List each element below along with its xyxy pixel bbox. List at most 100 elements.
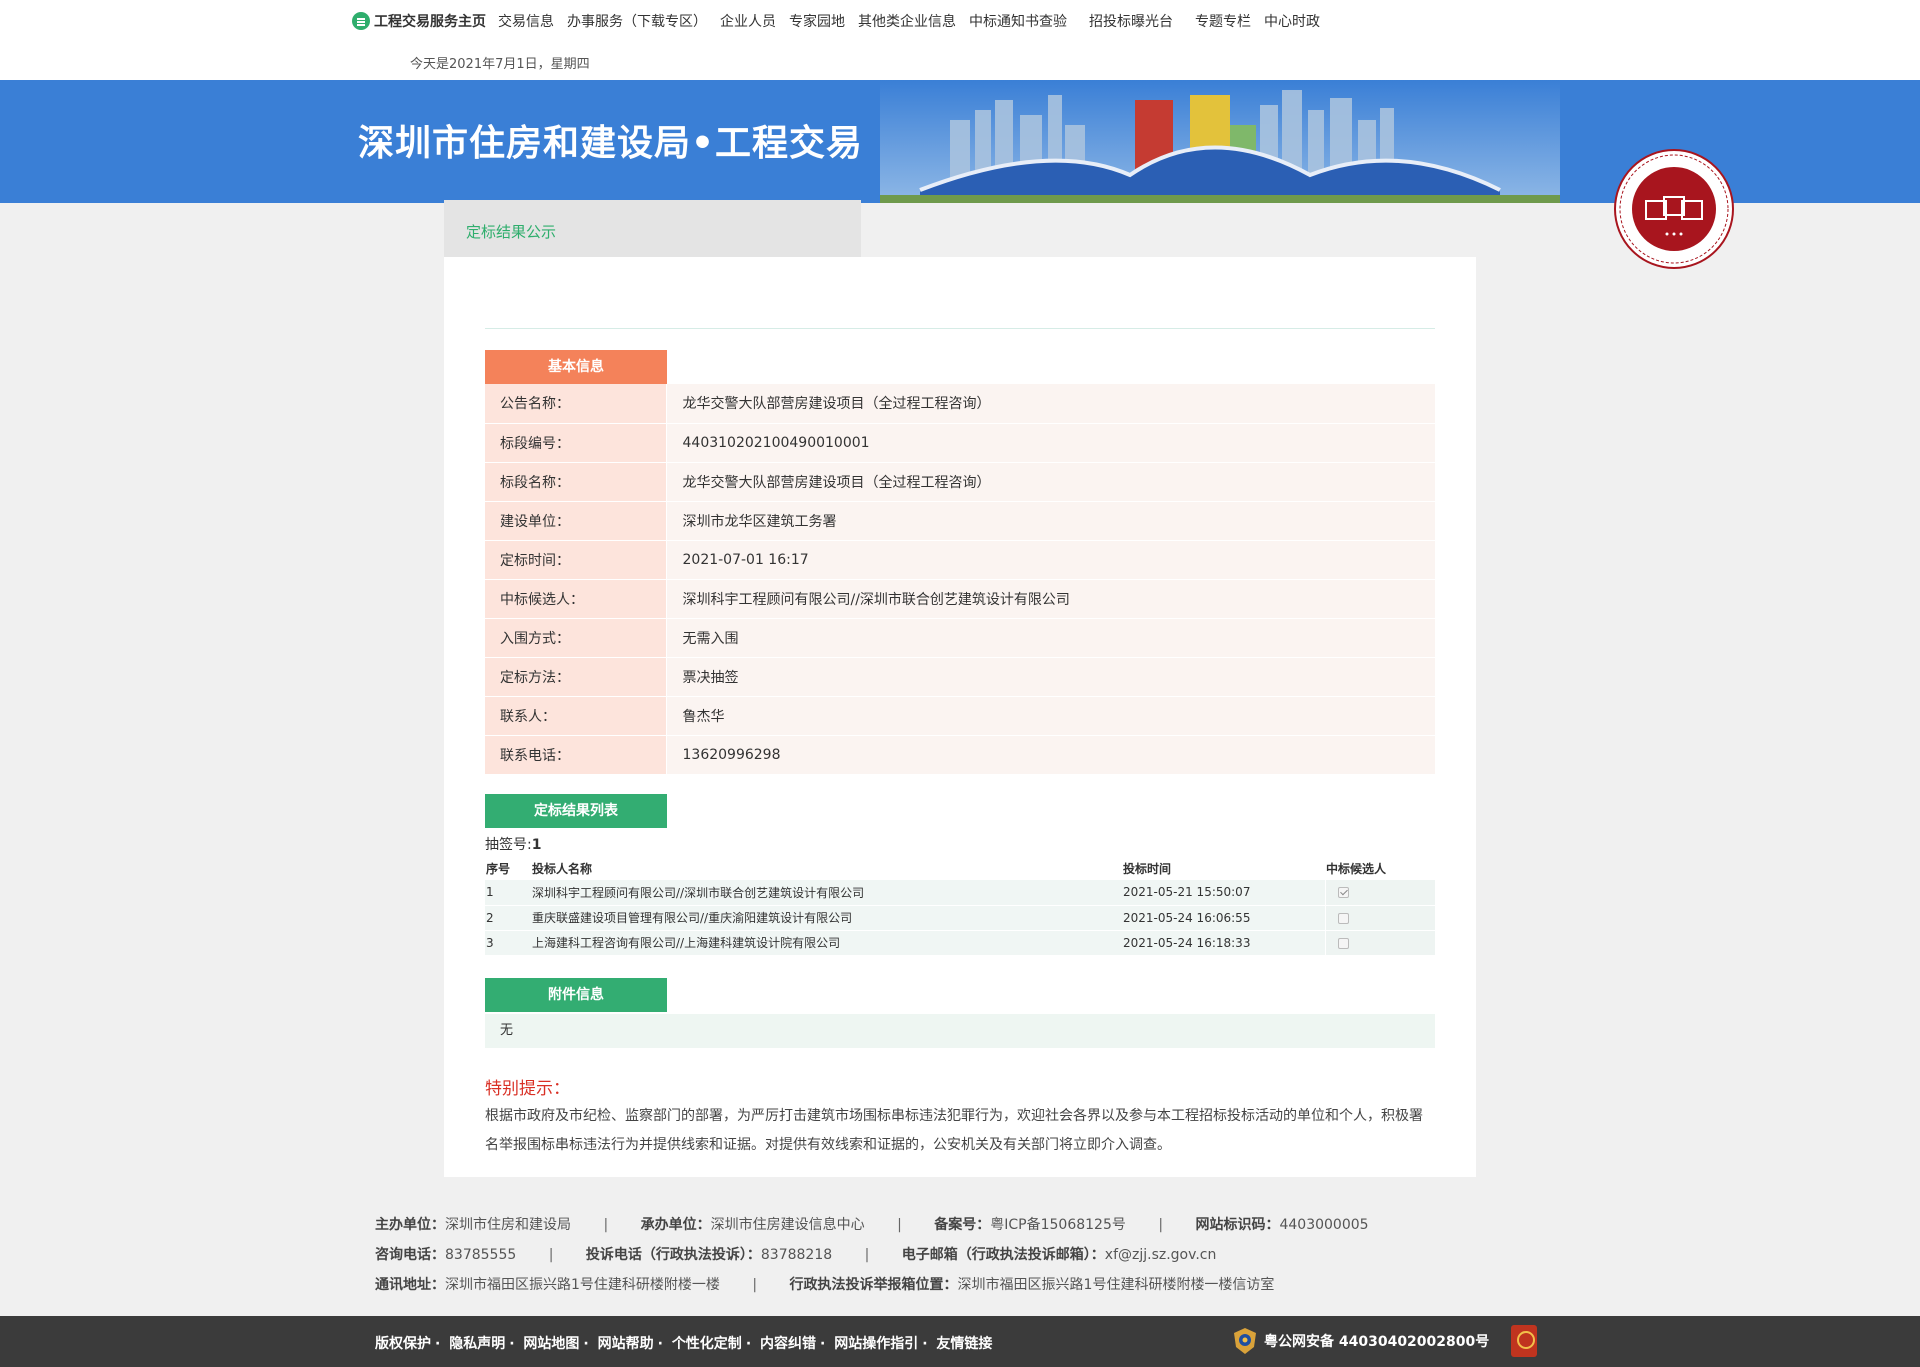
tab-award-result[interactable]: 定标结果公示 [444, 200, 861, 257]
info-row-phone: 联系电话： 13620996298 [485, 735, 1435, 775]
nav-item-trade-info[interactable]: 交易信息 [498, 11, 554, 31]
footer-row-3: 通讯地址：深圳市福田区振兴路1号住建科研楼附楼一楼 | 行政执法投诉举报箱位置：… [375, 1275, 1369, 1305]
link-dot: · [922, 1336, 928, 1352]
footer-label: 行政执法投诉举报箱位置： [789, 1277, 958, 1293]
award-result-card: 基本信息 公告名称： 龙华交警大队部营房建设项目（全过程工程咨询） 标段编号： 44… [444, 257, 1476, 1177]
candidate-checkbox[interactable] [1337, 887, 1349, 899]
info-value: 深圳科宇工程顾问有限公司//深圳市联合创艺建筑设计有限公司 [665, 579, 1435, 619]
police-record-link[interactable]: 粤公网安备 44030402002800号 [1232, 1327, 1489, 1355]
nav-item-other-enterprise[interactable]: 其他类企业信息 [858, 11, 956, 31]
result-header: 序号 投标人名称 投标时间 中标候选人 [485, 857, 1435, 880]
row-candidate-cell [1324, 930, 1435, 956]
info-row-section-name: 标段名称： 龙华交警大队部营房建设项目（全过程工程咨询） [485, 462, 1435, 502]
row-time: 2021-05-24 16:18:33 [1122, 930, 1325, 956]
list-circle-icon [352, 12, 370, 30]
footer-link-copyright[interactable]: 版权保护 [375, 1336, 431, 1352]
footer-value: 83788218 [760, 1247, 833, 1263]
footer-link-help[interactable]: 网站帮助 [598, 1336, 654, 1352]
row-time: 2021-05-24 16:06:55 [1122, 905, 1325, 931]
footer-separator: | [1158, 1217, 1164, 1233]
link-dot: · [657, 1336, 663, 1352]
link-dot: · [509, 1336, 515, 1352]
info-value: 票决抽签 [665, 657, 1435, 697]
footer-label: 电子邮箱（行政执法投诉邮箱）： [901, 1247, 1105, 1263]
footer-label: 承办单位： [640, 1217, 711, 1233]
police-badge-icon [1234, 1328, 1256, 1354]
footer-info: 主办单位：深圳市住房和建设局 | 承办单位：深圳市住房建设信息中心 | 备案号：… [375, 1215, 1369, 1305]
top-bar: 工程交易服务主页 交易信息 办事服务（下载专区） 企业人员 专家园地 其他类企业… [0, 0, 1920, 80]
info-row-candidate: 中标候选人： 深圳科宇工程顾问有限公司//深圳市联合创艺建筑设计有限公司 [485, 579, 1435, 619]
nav-item-experts[interactable]: 专家园地 [789, 11, 845, 31]
footer-label: 通讯地址： [375, 1277, 445, 1293]
nav-item-special-topics[interactable]: 专题专栏 [1195, 11, 1251, 31]
info-row-announcement: 公告名称： 龙华交警大队部营房建设项目（全过程工程咨询） [485, 384, 1435, 424]
row-candidate-cell [1324, 905, 1435, 931]
footer-link-customize[interactable]: 个性化定制 [672, 1336, 742, 1352]
current-date: 今天是2021年7月1日，星期四 [410, 57, 590, 72]
row-no: 1 [485, 880, 531, 906]
info-key: 联系电话： [485, 735, 666, 775]
col-candidate: 中标候选人 [1326, 862, 1387, 876]
footer-separator: | [897, 1217, 902, 1233]
result-list-tag: 定标结果列表 [485, 794, 667, 828]
footer-link-guide[interactable]: 网站操作指引 [834, 1336, 918, 1352]
row-no: 2 [485, 905, 531, 931]
footer-label: 咨询电话： [375, 1247, 445, 1263]
info-value: 龙华交警大队部营房建设项目（全过程工程咨询） [665, 384, 1435, 424]
footer-separator: | [603, 1217, 609, 1233]
gov-error-correction-icon[interactable] [1511, 1325, 1537, 1357]
link-dot: · [820, 1336, 826, 1352]
attachment-value: 无 [485, 1014, 1435, 1048]
lot-label: 抽签号: [485, 837, 532, 853]
info-value: 无需入围 [665, 618, 1435, 658]
candidate-checkbox[interactable] [1337, 937, 1349, 949]
bidding-seal-icon [1614, 149, 1734, 269]
city-skyline-illustration [880, 80, 1560, 203]
basic-info-tag: 基本信息 [485, 350, 667, 384]
footer-email-link[interactable]: xf@zjj.sz.gov.cn [1105, 1247, 1217, 1263]
nav-item-notice-check[interactable]: 中标通知书查验 [969, 11, 1067, 31]
col-no: 序号 [486, 862, 511, 876]
info-value: 440310202100490010001 [665, 423, 1435, 463]
footer-separator: | [752, 1277, 758, 1293]
link-dot: · [745, 1336, 752, 1352]
info-value: 2021-07-01 16:17 [665, 540, 1435, 580]
table-row: 1 深圳科宇工程顾问有限公司//深圳市联合创艺建筑设计有限公司 2021-05-… [485, 880, 1435, 906]
row-candidate-cell [1324, 880, 1435, 906]
nav-item-center-news[interactable]: 中心时政 [1264, 11, 1320, 31]
footer-link-sitemap[interactable]: 网站地图 [523, 1336, 579, 1352]
nav-item-services[interactable]: 办事服务（下载专区） [567, 11, 707, 31]
info-key: 定标方法： [485, 657, 666, 697]
row-no: 3 [485, 930, 531, 956]
attachment-tag: 附件信息 [485, 978, 667, 1012]
info-key: 联系人： [485, 696, 666, 736]
info-key: 入围方式： [485, 618, 666, 658]
nav-item-enterprise-personnel[interactable]: 企业人员 [720, 11, 776, 31]
candidate-checkbox[interactable] [1337, 912, 1349, 924]
info-value: 深圳市龙华区建筑工务署 [665, 501, 1435, 541]
nav-home-link[interactable]: 工程交易服务主页 [352, 11, 486, 31]
table-row: 3 上海建科工程咨询有限公司//上海建科建筑设计院有限公司 2021-05-24… [485, 930, 1435, 956]
footer-separator: | [864, 1247, 870, 1263]
info-value: 鲁杰华 [665, 696, 1435, 736]
col-bidder: 投标人名称 [532, 862, 593, 876]
nav-home-label: 工程交易服务主页 [374, 14, 486, 30]
info-row-award-time: 定标时间： 2021-07-01 16:17 [485, 540, 1435, 580]
footer-icp-link[interactable]: 粤ICP备15068125号 [990, 1217, 1126, 1233]
row-bidder: 重庆联盛建设项目管理有限公司//重庆渝阳建筑设计有限公司 [531, 905, 1122, 931]
basic-info-table: 公告名称： 龙华交警大队部营房建设项目（全过程工程咨询） 标段编号： 4403102… [485, 384, 1435, 775]
info-value: 13620996298 [665, 735, 1435, 775]
footer-link-correction[interactable]: 内容纠错 [760, 1336, 816, 1352]
lot-number: 抽签号:1 [485, 834, 541, 854]
footer-links: 版权保护 · 隐私声明 · 网站地图 · 网站帮助 · 个性化定制 · 内容纠错 · 网站操… [375, 1333, 992, 1353]
footer-link-privacy[interactable]: 隐私声明 [449, 1336, 505, 1352]
info-row-owner: 建设单位： 深圳市龙华区建筑工务署 [485, 501, 1435, 541]
info-key: 定标时间： [485, 540, 666, 580]
footer-link-friends[interactable]: 友情链接 [936, 1336, 992, 1352]
police-record-text: 粤公网安备 44030402002800号 [1264, 1334, 1490, 1350]
divider [485, 328, 1435, 329]
footer-label: 网站标识码： [1195, 1217, 1280, 1233]
col-time: 投标时间 [1123, 862, 1172, 876]
nav-item-exposure[interactable]: 招投标曝光台 [1089, 11, 1173, 31]
notice-title: 特别提示： [485, 1079, 570, 1099]
